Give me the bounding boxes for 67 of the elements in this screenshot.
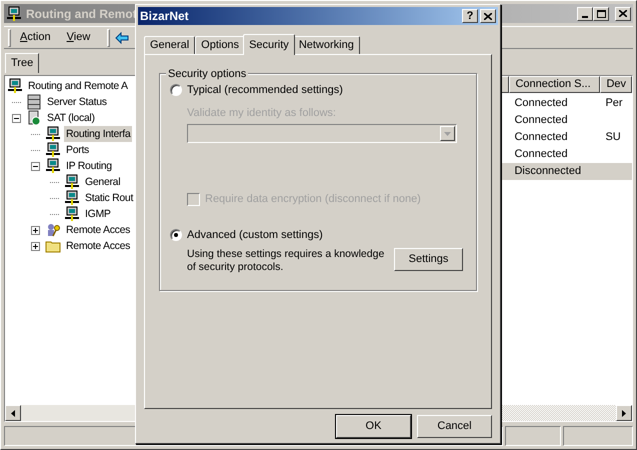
dialog-button[interactable]: OK [336,415,411,438]
settings-button[interactable]: Settings [394,248,463,271]
window-title: Routing and Remot [26,6,137,22]
table-cell: Connected [514,148,568,160]
radio-label: Advanced (custom settings) [187,228,323,242]
table-cell: Per [605,97,623,110]
expand-icon[interactable] [31,242,40,250]
scroll-right-button[interactable] [616,405,632,421]
close-icon [484,12,492,20]
collapse-icon[interactable] [12,114,21,122]
group-legend: Security options [166,66,248,82]
table-cell: Disconnected [514,165,582,178]
network-computer-icon [45,158,61,174]
tree-item[interactable]: Remote Acces [64,222,132,238]
expand-icon[interactable] [31,226,40,234]
table-cell: Connected [514,131,568,144]
right-arrow-icon [622,410,626,416]
help-button[interactable]: ? [462,9,478,23]
tree-item[interactable]: IGMP [83,206,113,222]
status-bar-section [505,426,561,446]
close-button[interactable] [615,6,631,20]
description-text: Using these settings requires a knowledge of security protocols. [187,248,384,274]
server-icon [26,110,42,126]
network-computer-icon [64,190,80,206]
menu-item[interactable]: Action [13,28,58,46]
tab[interactable]: Tree [5,53,40,73]
tree-item[interactable]: Server Status [45,94,109,110]
tab[interactable]: Networking [292,36,360,54]
tab[interactable]: Security [243,34,295,55]
collapse-icon[interactable] [31,162,40,170]
menu-item[interactable]: View [60,28,98,46]
minimize-button[interactable] [577,6,593,20]
radio-label: Typical (recommended settings) [187,83,343,98]
status-bar-section [563,426,633,446]
table-cell: SU [605,131,621,144]
maximize-button[interactable] [593,6,609,20]
radio-button[interactable] [170,84,182,96]
column-header[interactable]: Dev [600,76,632,93]
column-header[interactable]: Connection S... [509,76,600,93]
network-computer-icon [45,126,61,142]
tree-item[interactable]: Remote Acces [64,238,132,254]
tree-item[interactable]: Routing Interfa [64,126,132,142]
radio-button[interactable] [170,228,182,241]
tree-item[interactable]: General [83,174,122,190]
dialog-title: BizarNet [140,8,189,25]
tree-item[interactable]: IP Routing [64,158,114,174]
table-cell: Connected [514,114,568,126]
tab[interactable]: Options [195,36,246,54]
scroll-left-button[interactable] [5,405,21,421]
tree-item[interactable]: Static Rout [83,190,136,206]
tree-item[interactable]: Ports [64,142,92,158]
left-arrow-icon [11,410,15,416]
network-computer-icon [64,174,80,190]
back-arrow-icon[interactable] [115,32,130,44]
dialog-button[interactable]: Cancel [417,415,492,438]
network-computer-icon [6,6,22,22]
network-computer-icon [45,142,61,158]
close-button[interactable] [480,9,496,23]
close-icon [619,10,627,17]
tab[interactable]: General [144,36,196,54]
tree-item[interactable]: SAT (local) [45,110,97,126]
key-person-icon [45,222,61,238]
server-stack-icon [26,94,42,110]
network-computer-icon [64,206,80,222]
tree-item[interactable]: Routing and Remote A [26,78,130,94]
network-computer-icon [7,78,23,94]
table-cell: Connected [514,97,568,110]
